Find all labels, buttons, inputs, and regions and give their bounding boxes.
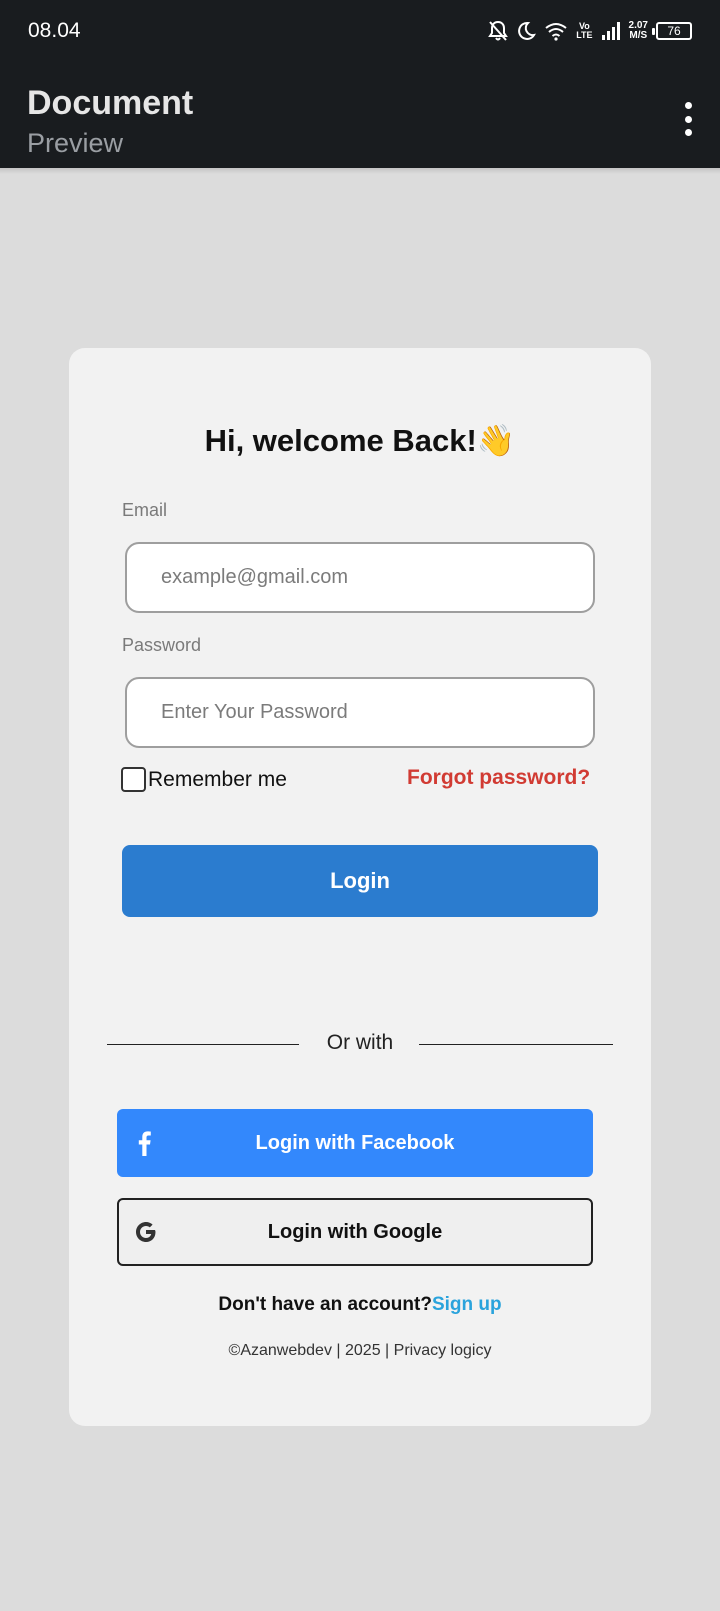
welcome-heading: Hi, welcome Back!👋 [204, 423, 516, 458]
login-button[interactable]: Login [122, 845, 598, 917]
login-card: Hi, welcome Back!👋 Email Password Rememb… [69, 348, 651, 1426]
facebook-login-button[interactable]: Login with Facebook [117, 1109, 593, 1177]
status-bar: 08.04 Vo LTE 2.07 M/S 76 [0, 0, 720, 62]
password-field[interactable] [125, 677, 595, 748]
volte-line2: LTE [576, 30, 593, 40]
moon-icon [516, 21, 537, 41]
remember-me-toggle[interactable]: Remember me [121, 767, 287, 792]
bell-off-icon [488, 20, 509, 42]
menu-dot [684, 115, 692, 123]
google-login-button[interactable]: Login with Google [117, 1198, 593, 1266]
remember-checkbox[interactable] [121, 767, 146, 792]
signup-row: Don't have an account?Sign up [69, 1294, 651, 1316]
net-speed: 2.07 M/S [629, 21, 648, 41]
divider-right [419, 1044, 613, 1045]
volte-indicator: Vo LTE [576, 22, 592, 40]
password-label: Password [122, 635, 202, 655]
status-time: 08.04 [28, 19, 81, 42]
google-login-label: Login with Google [267, 1220, 443, 1243]
email-label: Email [122, 500, 168, 520]
app-bar: Document Preview [0, 62, 720, 168]
net-speed-unit: M/S [629, 30, 648, 41]
app-subtitle: Preview [27, 128, 124, 158]
or-with-label: Or with [326, 1031, 394, 1054]
wifi-icon [544, 21, 568, 41]
facebook-login-label: Login with Facebook [255, 1131, 455, 1154]
battery-icon: 76 [652, 22, 692, 40]
app-title: Document [27, 84, 194, 122]
divider-left [107, 1044, 299, 1045]
more-vert-icon[interactable] [678, 102, 698, 136]
email-field[interactable] [125, 542, 595, 613]
app-bar-shadow [0, 168, 720, 174]
signup-link[interactable]: Sign up [432, 1294, 502, 1315]
signal-icon [601, 21, 621, 41]
footer-text: ©Azanwebdev | 2025 | Privacy logicy [228, 1342, 492, 1359]
menu-dot [684, 102, 692, 109]
status-icons: Vo LTE 2.07 M/S 76 [488, 18, 692, 44]
remember-label: Remember me [148, 767, 287, 791]
forgot-password-link[interactable]: Forgot password? [407, 766, 590, 790]
menu-dot [684, 129, 692, 136]
signup-prompt: Don't have an account? [218, 1294, 432, 1315]
